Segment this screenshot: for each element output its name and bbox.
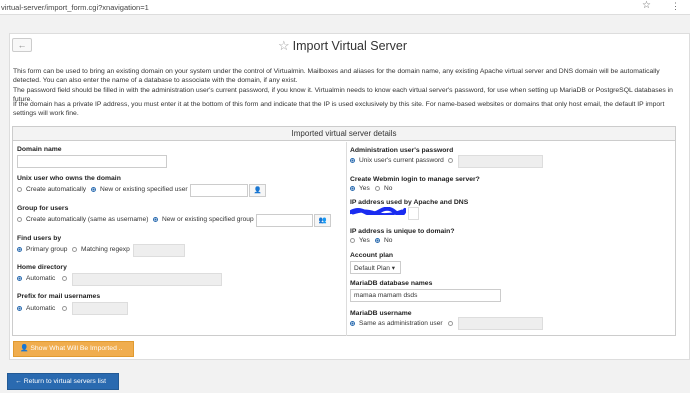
star-icon[interactable]: ☆: [278, 38, 290, 53]
regexp-input[interactable]: [133, 244, 185, 257]
page-title: ☆ Import Virtual Server: [278, 38, 407, 54]
unix-user-auto-option[interactable]: Create automatically: [17, 186, 86, 193]
ip-unique-yes-option[interactable]: Yes: [350, 237, 370, 244]
domain-name-input[interactable]: [17, 155, 167, 168]
mail-prefix-input[interactable]: [72, 302, 128, 315]
mariadb-username-custom-radio[interactable]: [448, 321, 453, 326]
home-directory-auto-option[interactable]: Automatic: [17, 275, 55, 282]
radio-selected-icon[interactable]: [153, 217, 158, 222]
back-arrow-button[interactable]: ←: [12, 38, 32, 52]
return-to-virtual-servers-button[interactable]: ← Return to virtual servers list: [7, 373, 119, 390]
browser-url-bar[interactable]: virtual-server/import_form.cgi?xnavigati…: [0, 0, 690, 15]
mail-prefix-custom-radio[interactable]: [62, 306, 67, 311]
redaction-scribble: [350, 207, 406, 215]
radio-selected-icon[interactable]: [350, 321, 355, 326]
section-header: Imported virtual server details: [13, 127, 675, 141]
description-paragraph-1: This form can be used to bring an existi…: [13, 68, 660, 84]
webmin-login-no-option[interactable]: No: [375, 185, 392, 192]
mariadb-username-same-option[interactable]: Same as administration user: [350, 320, 443, 327]
group-existing-option[interactable]: New or existing specified group: [153, 216, 254, 223]
user-icon: 👤: [20, 345, 29, 352]
url-text[interactable]: virtual-server/import_form.cgi?xnavigati…: [1, 3, 149, 12]
domain-name-label: Domain name: [17, 146, 62, 153]
find-users-primary-option[interactable]: Primary group: [17, 246, 67, 253]
admin-password-input[interactable]: [458, 155, 543, 168]
mariadb-username-label: MariaDB username: [350, 310, 412, 317]
home-directory-label: Home directory: [17, 264, 67, 271]
description-paragraph-3: If the domain has a private IP address, …: [13, 101, 665, 117]
radio-selected-icon[interactable]: [350, 186, 355, 191]
show-what-will-be-imported-button[interactable]: 👤 Show What Will Be Imported ..: [13, 341, 134, 357]
group-auto-option[interactable]: Create automatically (same as username): [17, 216, 148, 223]
radio-selected-icon[interactable]: [91, 187, 96, 192]
ip-unique-label: IP address is unique to domain?: [350, 228, 455, 235]
admin-password-current-option[interactable]: Unix user's current password: [350, 157, 444, 164]
bookmark-star-icon[interactable]: ☆: [642, 0, 651, 11]
group-input[interactable]: [256, 214, 313, 227]
mail-prefix-label: Prefix for mail usernames: [17, 293, 101, 300]
radio-icon[interactable]: [17, 187, 22, 192]
unix-user-input[interactable]: [190, 184, 248, 197]
ip-address-input[interactable]: [408, 207, 419, 220]
radio-icon[interactable]: [72, 247, 77, 252]
radio-selected-icon[interactable]: [17, 276, 22, 281]
column-divider: [346, 142, 347, 336]
radio-selected-icon[interactable]: [375, 238, 380, 243]
webmin-login-label: Create Webmin login to manage server?: [350, 176, 480, 183]
account-plan-select[interactable]: Default Plan ▾: [350, 261, 401, 274]
radio-icon[interactable]: [375, 186, 380, 191]
radio-selected-icon[interactable]: [17, 247, 22, 252]
chevron-down-icon: ▾: [391, 265, 396, 272]
radio-icon[interactable]: [17, 217, 22, 222]
group-label: Group for users: [17, 205, 69, 212]
user-chooser-icon[interactable]: 👤: [249, 184, 266, 197]
ip-address-label: IP address used by Apache and DNS: [350, 199, 469, 206]
find-users-regexp-option[interactable]: Matching regexp: [72, 246, 130, 253]
unix-user-label: Unix user who owns the domain: [17, 175, 121, 182]
ip-unique-no-option[interactable]: No: [375, 237, 392, 244]
radio-selected-icon[interactable]: [17, 306, 22, 311]
admin-password-label: Administration user's password: [350, 147, 454, 154]
browser-menu-icon[interactable]: ⋮: [671, 1, 680, 12]
home-directory-custom-radio[interactable]: [62, 276, 67, 281]
mariadb-username-input[interactable]: [458, 317, 543, 330]
home-directory-input[interactable]: [72, 273, 222, 286]
webmin-login-yes-option[interactable]: Yes: [350, 185, 370, 192]
unix-user-existing-option[interactable]: New or existing specified user: [91, 186, 188, 193]
find-users-label: Find users by: [17, 235, 62, 242]
account-plan-label: Account plan: [350, 252, 394, 259]
radio-selected-icon[interactable]: [350, 158, 355, 163]
radio-icon[interactable]: [350, 238, 355, 243]
mail-prefix-auto-option[interactable]: Automatic: [17, 305, 55, 312]
admin-password-custom-radio[interactable]: [448, 158, 453, 163]
mariadb-names-input[interactable]: mamaa mamam dsds: [350, 289, 501, 302]
arrow-left-icon: ←: [15, 378, 22, 385]
mariadb-names-label: MariaDB database names: [350, 280, 433, 287]
group-chooser-icon[interactable]: 👥: [314, 214, 331, 227]
page-title-text: Import Virtual Server: [292, 39, 408, 53]
